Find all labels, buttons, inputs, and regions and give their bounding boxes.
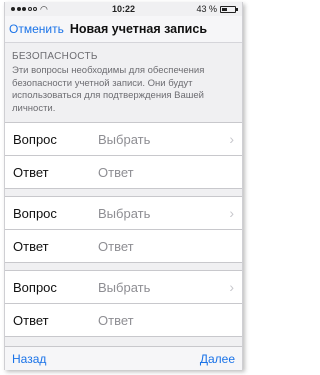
bottom-toolbar: Назад Далее [5, 346, 242, 370]
row-label: Ответ [13, 164, 49, 180]
question-select[interactable]: Выбрать [98, 280, 224, 295]
chevron-right-icon: › [229, 205, 234, 221]
row-label: Вопрос [13, 205, 57, 221]
next-button[interactable]: Далее [200, 352, 235, 366]
answer-row-2[interactable]: Ответ Ответ [5, 230, 242, 263]
battery-icon [220, 5, 238, 13]
security-questions-list: Вопрос Выбрать › Ответ Ответ Вопрос Выбр… [5, 122, 242, 337]
question-row-1[interactable]: Вопрос Выбрать › [5, 123, 242, 156]
page-title: Новая учетная запись [69, 22, 208, 36]
question-row-2[interactable]: Вопрос Выбрать › [5, 197, 242, 230]
question-row-3[interactable]: Вопрос Выбрать › [5, 271, 242, 304]
chevron-right-icon: › [229, 279, 234, 295]
answer-row-1[interactable]: Ответ Ответ [5, 156, 242, 189]
answer-input[interactable]: Ответ [98, 313, 234, 328]
row-label: Ответ [13, 238, 49, 254]
answer-row-3[interactable]: Ответ Ответ [5, 304, 242, 337]
phone-screen: ◠ 10:22 43 % Отменить Новая учетная запи… [4, 2, 243, 370]
section-header: БЕЗОПАСНОСТЬ [5, 42, 242, 64]
question-select[interactable]: Выбрать [98, 206, 224, 221]
signal-strength-icon: ◠ [11, 4, 48, 15]
status-bar: ◠ 10:22 43 % [5, 2, 242, 16]
answer-input[interactable]: Ответ [98, 239, 234, 254]
cancel-button[interactable]: Отменить [9, 22, 64, 36]
battery-percent: 43 % [196, 4, 217, 14]
answer-input[interactable]: Ответ [98, 165, 234, 180]
section-description: Эти вопросы необходимы для обеспечения б… [12, 65, 205, 114]
back-button[interactable]: Назад [12, 352, 46, 366]
row-label: Вопрос [13, 279, 57, 295]
row-separator [5, 263, 242, 271]
row-separator [5, 189, 242, 197]
navigation-bar: Отменить Новая учетная запись [5, 16, 242, 42]
row-label: Вопрос [13, 131, 57, 147]
row-label: Ответ [13, 312, 49, 328]
chevron-right-icon: › [229, 131, 234, 147]
wifi-icon: ◠ [40, 3, 48, 14]
question-select[interactable]: Выбрать [98, 132, 224, 147]
